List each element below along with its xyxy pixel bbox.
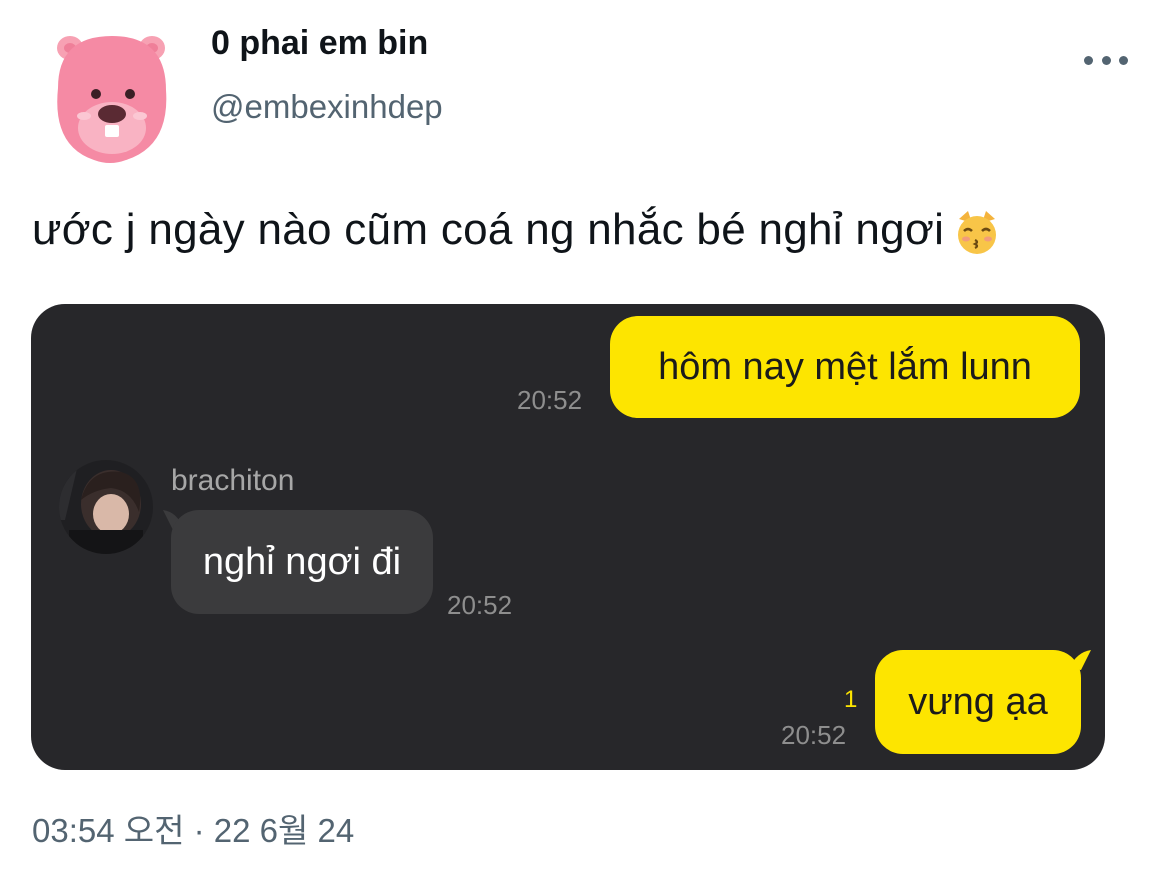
message-text: vưng ạa [908, 680, 1048, 723]
message-text: nghỉ ngơi đi [202, 540, 402, 583]
more-options-icon[interactable] [1084, 50, 1128, 70]
tweet-text-content: ước j ngày nào cũm coá ng nhắc bé nghỉ n… [32, 205, 945, 254]
my-message-bubble: vưng ạa [875, 650, 1081, 754]
my-message-bubble: hôm nay mệt lắm lunn [610, 316, 1080, 418]
tweet-text: ước j ngày nào cũm coá ng nhắc bé nghỉ n… [32, 205, 1000, 255]
bubble-tail [1069, 650, 1091, 670]
sender-name: brachiton [171, 464, 295, 497]
user-handle[interactable]: @embexinhdep [211, 88, 443, 126]
message-text: hôm nay mệt lắm lunn [658, 345, 1032, 388]
message-time: 20:52 [447, 590, 513, 620]
message-time: 20:52 [781, 720, 847, 750]
profile-avatar[interactable] [48, 28, 176, 166]
unread-count: 1 [844, 686, 858, 713]
chat-screenshot: 20:52 hôm nay mệt lắm lunn brachiton ngh… [31, 304, 1105, 770]
display-name[interactable]: 0 phai em bin [211, 24, 428, 63]
their-message-bubble: nghỉ ngơi đi [171, 510, 433, 614]
message-time: 20:52 [517, 385, 583, 415]
friend-avatar[interactable] [59, 460, 153, 554]
kissing-cat-face-icon [954, 209, 1000, 255]
tweet-timestamp[interactable]: 03:54 오전 · 22 6월 24 [32, 804, 354, 852]
